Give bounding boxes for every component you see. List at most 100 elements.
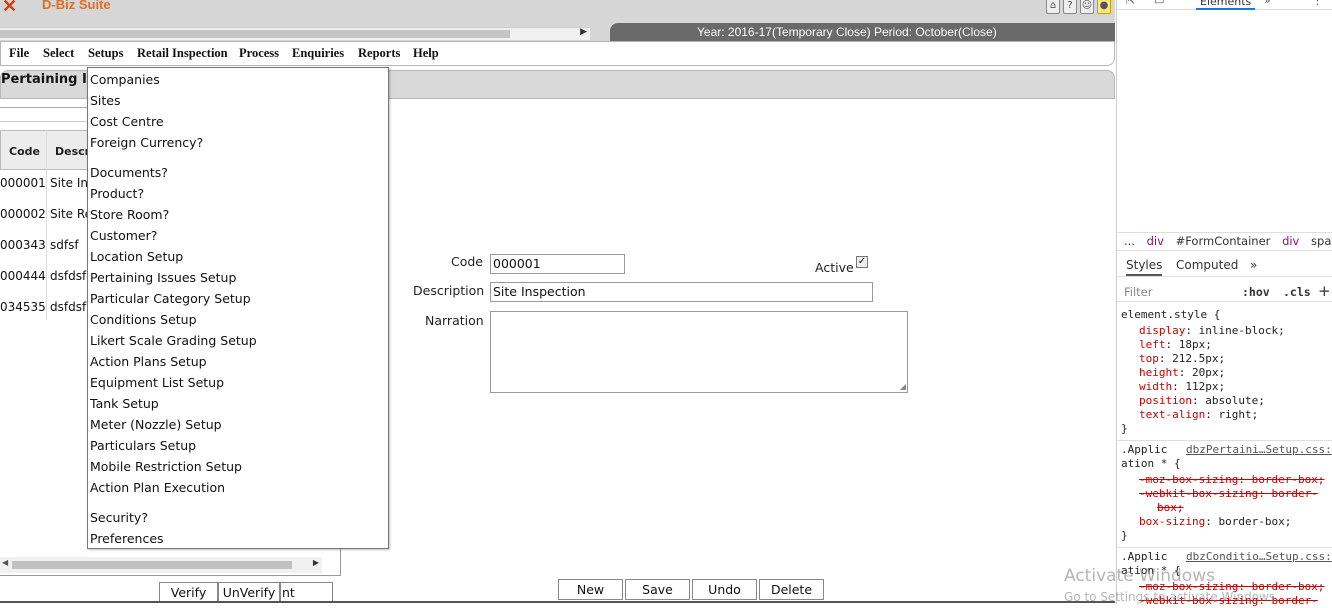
tab-more[interactable]: » bbox=[1250, 258, 1257, 272]
scroll-thumb[interactable] bbox=[0, 30, 510, 38]
menu-item-customer[interactable]: Customer? bbox=[90, 228, 157, 243]
menu-item-action-plan-execution[interactable]: Action Plan Execution bbox=[90, 480, 225, 495]
logo-icon: ✕ bbox=[2, 0, 18, 16]
cell-description: dsfdsf bbox=[50, 269, 87, 283]
menu-dots-icon[interactable]: ⋮ bbox=[1312, 0, 1323, 7]
menu-item-action-plans-setup[interactable]: Action Plans Setup bbox=[90, 354, 207, 369]
css-declaration[interactable]: top: 212.5px; bbox=[1139, 352, 1225, 366]
save-button[interactable]: Save bbox=[625, 579, 690, 600]
breadcrumb-div[interactable]: div bbox=[1282, 234, 1299, 248]
css-source-link[interactable]: dbzPertaini…Setup.css: bbox=[1186, 443, 1332, 457]
scroll-right-arrow-icon[interactable]: ▶ bbox=[313, 558, 319, 567]
menu-item-security[interactable]: Security? bbox=[90, 510, 148, 525]
tab-styles[interactable]: Styles bbox=[1126, 258, 1163, 276]
add-rule-icon[interactable]: + bbox=[1318, 282, 1331, 300]
menu-setups[interactable]: Setups bbox=[88, 46, 123, 61]
active-label: Active bbox=[815, 260, 854, 275]
home-icon[interactable]: ⌂ bbox=[1046, 0, 1060, 14]
css-declaration[interactable]: height: 20px; bbox=[1139, 366, 1225, 380]
verify-button[interactable]: Verify bbox=[159, 582, 218, 603]
resize-handle-icon[interactable]: ◢ bbox=[900, 382, 906, 391]
css-declaration[interactable]: box-sizing: border-box; bbox=[1139, 515, 1291, 529]
narration-textarea[interactable]: ◢ bbox=[490, 311, 908, 393]
css-declaration[interactable]: text-align: right; bbox=[1139, 408, 1258, 422]
scroll-left-arrow-icon[interactable]: ◀ bbox=[2, 558, 8, 567]
menu-item-cost-centre[interactable]: Cost Centre bbox=[90, 114, 164, 129]
filter-input[interactable]: Filter bbox=[1124, 285, 1152, 299]
css-source[interactable]: dbzPertaini…Setup.css: bbox=[1186, 443, 1332, 456]
description-field[interactable]: Site Inspection bbox=[490, 282, 873, 302]
menu-item-companies[interactable]: Companies bbox=[90, 72, 160, 87]
lock-icon[interactable]: ● bbox=[1097, 0, 1111, 14]
menu-item-particulars-setup[interactable]: Particulars Setup bbox=[90, 438, 196, 453]
cell-description: sdfsf bbox=[50, 238, 79, 252]
css-selector-cont: ation * { bbox=[1121, 457, 1181, 470]
menu-process[interactable]: Process bbox=[239, 46, 279, 61]
code-field[interactable]: 000001 bbox=[490, 254, 625, 274]
status-bar bbox=[0, 601, 1115, 603]
menu-reports[interactable]: Reports bbox=[358, 46, 400, 61]
menu-item-documents[interactable]: Documents? bbox=[90, 165, 168, 180]
grid-column-divider bbox=[46, 130, 47, 320]
cls-toggle[interactable]: .cls bbox=[1283, 285, 1311, 299]
devtools-breadcrumb: ... div #FormContainer div span bbox=[1116, 232, 1332, 251]
top-horizontal-scrollbar[interactable]: ▶ bbox=[0, 27, 590, 40]
css-declaration-overridden[interactable]: -webkit-box-sizing: border- bbox=[1139, 487, 1318, 501]
active-checkbox[interactable]: ✓ bbox=[856, 256, 868, 268]
help-icon[interactable]: ? bbox=[1063, 0, 1077, 14]
scroll-right-arrow-icon[interactable]: ▶ bbox=[580, 27, 587, 37]
divider bbox=[1116, 547, 1332, 548]
menu-enquiries[interactable]: Enquiries bbox=[292, 46, 344, 61]
menu-retail-inspection[interactable]: Retail Inspection bbox=[137, 46, 228, 61]
css-source-link[interactable]: dbzConditio…Setup.css: bbox=[1186, 550, 1332, 564]
narration-label: Narration bbox=[425, 313, 484, 328]
breadcrumb-formcontainer[interactable]: #FormContainer bbox=[1176, 234, 1271, 248]
css-val: inline-block; bbox=[1198, 324, 1285, 337]
css-declaration-overridden[interactable]: -moz-box-sizing: border-box; bbox=[1139, 473, 1324, 487]
grid-horizontal-scrollbar[interactable]: ◀ ▶ bbox=[0, 557, 322, 573]
undo-button[interactable]: Undo bbox=[692, 579, 757, 600]
more-tabs-icon[interactable]: » bbox=[1264, 0, 1271, 7]
menu-help[interactable]: Help bbox=[413, 46, 439, 61]
menu-item-product[interactable]: Product? bbox=[90, 186, 144, 201]
user-icon[interactable]: ☺ bbox=[1080, 0, 1094, 14]
scroll-thumb[interactable] bbox=[12, 561, 292, 569]
menu-item-foreign-currency[interactable]: Foreign Currency? bbox=[90, 135, 203, 150]
css-val: 20px; bbox=[1192, 366, 1226, 379]
menu-item-particular-category-setup[interactable]: Particular Category Setup bbox=[90, 291, 251, 306]
css-prop: width bbox=[1139, 380, 1173, 393]
unverify-button[interactable]: UnVerify bbox=[218, 582, 280, 603]
device-toolbar-icon[interactable]: ▭ bbox=[1154, 0, 1164, 7]
inspect-icon[interactable]: ⇱ bbox=[1126, 0, 1135, 7]
grid-header-code[interactable]: Code bbox=[9, 145, 40, 158]
new-button[interactable]: New bbox=[558, 579, 623, 600]
menu-select[interactable]: Select bbox=[43, 46, 74, 61]
menu-item-preferences[interactable]: Preferences bbox=[90, 531, 164, 546]
css-val: 212.5px; bbox=[1172, 352, 1226, 365]
menu-item-location-setup[interactable]: Location Setup bbox=[90, 249, 183, 264]
menu-item-meter-nozzle-setup[interactable]: Meter (Nozzle) Setup bbox=[90, 417, 222, 432]
menu-file[interactable]: File bbox=[9, 46, 29, 61]
css-declaration[interactable]: width: 112px; bbox=[1139, 380, 1225, 394]
grid-header-description[interactable]: Descr bbox=[55, 145, 90, 158]
css-declaration[interactable]: display: inline-block; bbox=[1139, 324, 1285, 338]
menu-item-conditions-setup[interactable]: Conditions Setup bbox=[90, 312, 197, 327]
menu-item-mobile-restriction-setup[interactable]: Mobile Restriction Setup bbox=[90, 459, 242, 474]
menu-item-likert-scale-grading-setup[interactable]: Likert Scale Grading Setup bbox=[90, 333, 257, 348]
breadcrumb-span[interactable]: span bbox=[1311, 234, 1332, 248]
breadcrumb-div[interactable]: div bbox=[1147, 234, 1164, 248]
hidden-button[interactable]: nt bbox=[280, 582, 333, 603]
delete-button[interactable]: Delete bbox=[759, 579, 824, 600]
hov-toggle[interactable]: :hov bbox=[1242, 285, 1270, 299]
menu-item-pertaining-issues-setup[interactable]: Pertaining Issues Setup bbox=[90, 270, 236, 285]
menu-item-equipment-list-setup[interactable]: Equipment List Setup bbox=[90, 375, 224, 390]
breadcrumb-ellipsis[interactable]: ... bbox=[1124, 234, 1135, 248]
tab-computed[interactable]: Computed bbox=[1176, 258, 1238, 272]
css-declaration[interactable]: position: absolute; bbox=[1139, 394, 1265, 408]
css-declaration[interactable]: left: 18px; bbox=[1139, 338, 1212, 352]
menu-item-store-room[interactable]: Store Room? bbox=[90, 207, 169, 222]
tab-elements[interactable]: Elements bbox=[1196, 0, 1256, 10]
menu-item-sites[interactable]: Sites bbox=[90, 93, 121, 108]
menu-item-tank-setup[interactable]: Tank Setup bbox=[90, 396, 159, 411]
css-source[interactable]: dbzConditio…Setup.css: bbox=[1186, 550, 1332, 563]
